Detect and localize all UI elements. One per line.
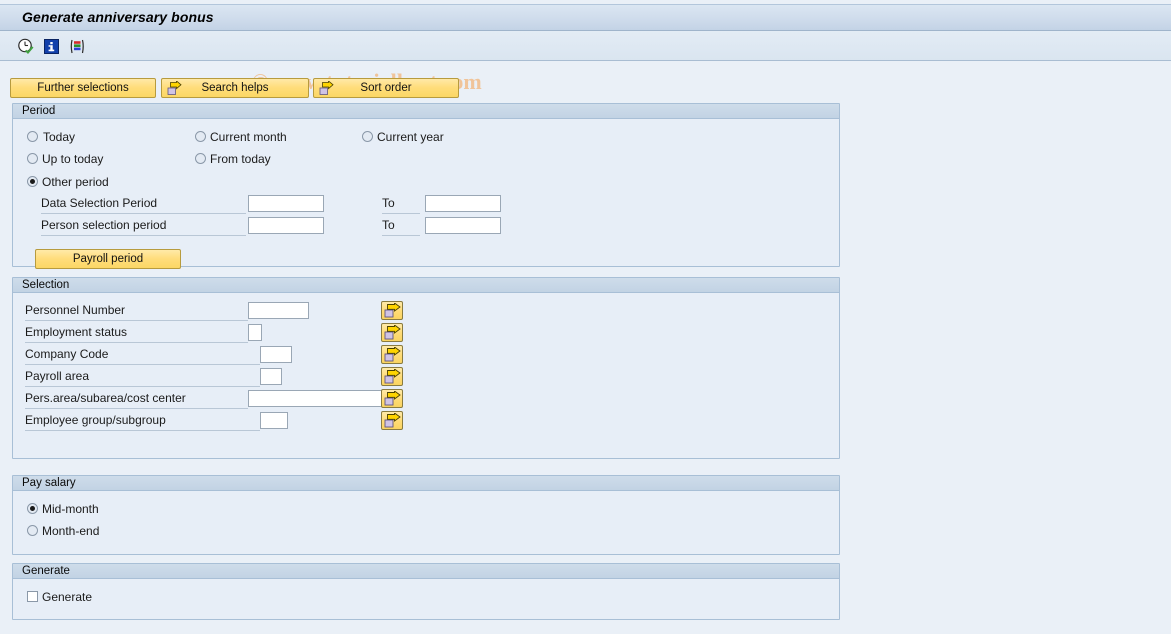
- pay-salary-group-body: Mid-month Month-end: [13, 491, 839, 569]
- sort-order-button[interactable]: Sort order: [313, 78, 459, 98]
- person-selection-period-to-input[interactable]: [425, 217, 501, 234]
- radio-current-year[interactable]: [362, 131, 373, 142]
- radio-mid-month-label: Mid-month: [42, 502, 99, 516]
- radio-mid-month[interactable]: [27, 503, 38, 514]
- period-group: Period Today Current month Current year …: [12, 103, 840, 269]
- employee-group-multiselect-button[interactable]: [381, 411, 403, 430]
- pers-area-subarea-cost-center-label: Pers.area/subarea/cost center: [25, 392, 248, 409]
- radio-today[interactable]: [27, 131, 38, 142]
- generate-checkbox-label: Generate: [42, 590, 93, 604]
- pers-area-multiselect-button[interactable]: [381, 389, 403, 408]
- radio-other-period[interactable]: [27, 176, 38, 187]
- person-selection-period-to-label: To: [382, 219, 420, 236]
- radio-up-to-today-label: Up to today: [42, 152, 104, 166]
- right-arrow-icon: [319, 80, 334, 96]
- search-helps-button[interactable]: Search helps: [161, 78, 309, 98]
- payroll-area-multiselect-button[interactable]: [381, 367, 403, 386]
- radio-up-to-today[interactable]: [27, 153, 38, 164]
- period-group-body: Today Current month Current year Up to t…: [13, 119, 839, 281]
- person-selection-period-label: Person selection period: [41, 219, 246, 236]
- company-code-input[interactable]: [260, 346, 292, 363]
- radio-month-end[interactable]: [27, 525, 38, 536]
- application-toolbar: © www.tutorialkart.com: [0, 31, 1171, 94]
- page-title: Generate anniversary bonus: [22, 9, 214, 25]
- info-icon[interactable]: [43, 38, 60, 55]
- radio-from-today[interactable]: [195, 153, 206, 164]
- generate-group-legend: Generate: [13, 564, 839, 579]
- radio-current-month-label: Current month: [210, 130, 287, 144]
- payroll-period-button[interactable]: Payroll period: [35, 249, 181, 269]
- person-selection-period-from-input[interactable]: [248, 217, 324, 234]
- window-title-bar: Generate anniversary bonus: [0, 4, 1171, 31]
- employment-status-input[interactable]: [248, 324, 262, 341]
- generate-checkbox[interactable]: [27, 591, 38, 602]
- radio-from-today-label: From today: [210, 152, 271, 166]
- data-selection-period-label: Data Selection Period: [41, 197, 246, 214]
- personnel-number-multiselect-button[interactable]: [381, 301, 403, 320]
- data-selection-period-from-input[interactable]: [248, 195, 324, 212]
- data-selection-period-to-label: To: [382, 197, 420, 214]
- sort-order-label: Sort order: [360, 82, 412, 94]
- employment-status-multiselect-button[interactable]: [381, 323, 403, 342]
- radio-current-year-label: Current year: [377, 130, 444, 144]
- selection-group: Selection Personnel Number Employment st…: [12, 277, 840, 459]
- employee-group-subgroup-label: Employee group/subgroup: [25, 414, 260, 431]
- right-arrow-icon: [167, 80, 182, 96]
- selection-group-legend: Selection: [13, 278, 839, 293]
- company-code-label: Company Code: [25, 348, 260, 365]
- employment-status-label: Employment status: [25, 326, 248, 343]
- radio-today-label: Today: [43, 130, 76, 144]
- generate-group: Generate Generate: [12, 563, 840, 620]
- employee-group-subgroup-input[interactable]: [260, 412, 288, 429]
- selection-group-body: Personnel Number Employment status Compa…: [13, 293, 839, 473]
- personnel-number-label: Personnel Number: [25, 304, 248, 321]
- execute-icon[interactable]: [17, 38, 34, 55]
- radio-month-end-label: Month-end: [42, 524, 100, 538]
- company-code-multiselect-button[interactable]: [381, 345, 403, 364]
- further-selections-button[interactable]: Further selections: [10, 78, 156, 98]
- payroll-area-input[interactable]: [260, 368, 282, 385]
- search-helps-label: Search helps: [201, 82, 269, 94]
- personnel-number-input[interactable]: [248, 302, 309, 319]
- payroll-area-label: Payroll area: [25, 370, 260, 387]
- pay-salary-group-legend: Pay salary: [13, 476, 839, 491]
- radio-current-month[interactable]: [195, 131, 206, 142]
- pers-area-subarea-cost-center-input[interactable]: [248, 390, 391, 407]
- radio-other-period-label: Other period: [42, 175, 109, 189]
- data-selection-period-to-input[interactable]: [425, 195, 501, 212]
- period-group-legend: Period: [13, 104, 839, 119]
- selection-icon[interactable]: [69, 38, 86, 55]
- pay-salary-group: Pay salary Mid-month Month-end: [12, 475, 840, 555]
